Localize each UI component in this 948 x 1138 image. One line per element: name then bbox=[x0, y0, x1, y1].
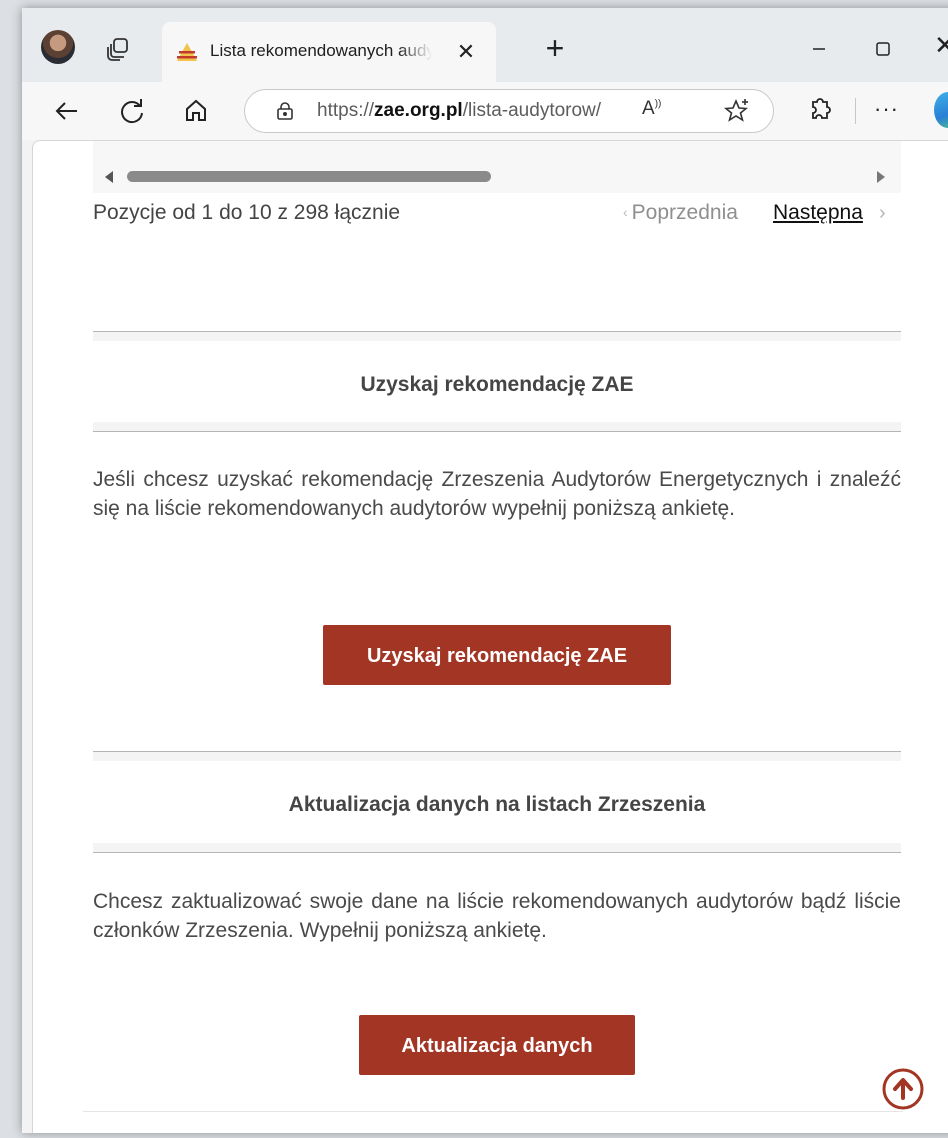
section-title: Aktualizacja danych na listach Zrzeszeni… bbox=[288, 793, 706, 816]
new-tab-button[interactable]: + bbox=[538, 32, 572, 66]
tab-title: Lista rekomendowanych audytorów bbox=[210, 41, 432, 60]
pagination: ‹ Poprzednia Następna › bbox=[623, 201, 903, 231]
scroll-left-arrow-icon[interactable] bbox=[105, 171, 113, 183]
section-text: Jeśli chcesz uzyskać rekomendację Zrzesz… bbox=[93, 468, 901, 520]
chevron-right-icon[interactable]: › bbox=[879, 202, 886, 225]
url-text[interactable]: https://zae.org.pl/lista-audytorow/ bbox=[317, 100, 601, 122]
more-options-icon[interactable]: ··· bbox=[874, 96, 904, 122]
back-to-top-icon[interactable] bbox=[881, 1067, 925, 1111]
update-data-button[interactable]: Aktualizacja danych bbox=[359, 1015, 635, 1075]
lock-icon[interactable] bbox=[275, 101, 295, 121]
horizontal-scrollbar[interactable] bbox=[93, 141, 901, 193]
tab-close-icon[interactable]: ✕ bbox=[452, 38, 480, 66]
favorite-star-icon[interactable] bbox=[723, 98, 751, 124]
window-close-icon[interactable]: ✕ bbox=[934, 30, 948, 64]
browser-toolbar: https://zae.org.pl/lista-audytorow/ A)) … bbox=[22, 82, 948, 140]
tab-actions-icon[interactable] bbox=[105, 36, 131, 62]
browser-window: Lista rekomendowanych audytorów ✕ + ✕ ht… bbox=[22, 8, 948, 1133]
section-divider bbox=[93, 751, 901, 761]
next-page-link[interactable]: Następna bbox=[773, 201, 863, 225]
get-recommendation-button[interactable]: Uzyskaj rekomendację ZAE bbox=[323, 625, 671, 685]
section-text: Chcesz zaktualizować swoje dane na liści… bbox=[93, 890, 901, 942]
address-bar[interactable]: https://zae.org.pl/lista-audytorow/ A)) bbox=[244, 89, 774, 133]
chevron-left-icon: ‹ bbox=[623, 204, 628, 220]
section-divider bbox=[93, 843, 901, 853]
read-aloud-icon[interactable]: A)) bbox=[642, 98, 670, 124]
scroll-right-arrow-icon[interactable] bbox=[877, 171, 885, 183]
active-tab[interactable]: Lista rekomendowanych audytorów ✕ bbox=[162, 22, 496, 82]
page-content: Pozycje od 1 do 10 z 298 łącznie ‹ Poprze… bbox=[32, 140, 948, 1133]
toolbar-separator bbox=[855, 98, 856, 124]
footer-divider bbox=[83, 1111, 903, 1112]
copilot-icon[interactable] bbox=[934, 92, 948, 128]
back-arrow-icon[interactable] bbox=[50, 94, 84, 128]
extensions-icon[interactable] bbox=[804, 94, 834, 126]
zae-favicon-icon bbox=[176, 42, 198, 62]
tab-strip: Lista rekomendowanych audytorów ✕ + ✕ bbox=[22, 8, 948, 82]
minimize-icon[interactable] bbox=[804, 34, 834, 64]
scrollbar-thumb[interactable] bbox=[127, 171, 491, 182]
section-title: Uzyskaj rekomendację ZAE bbox=[360, 373, 634, 396]
maximize-icon[interactable] bbox=[868, 34, 898, 64]
section-divider bbox=[93, 422, 901, 432]
previous-page-link[interactable]: ‹ Poprzednia bbox=[623, 201, 738, 225]
section-divider bbox=[93, 331, 901, 341]
pagination-info: Pozycje od 1 do 10 z 298 łącznie bbox=[93, 201, 401, 224]
refresh-icon[interactable] bbox=[115, 94, 149, 128]
home-icon[interactable] bbox=[179, 94, 213, 128]
profile-avatar[interactable] bbox=[41, 30, 75, 64]
